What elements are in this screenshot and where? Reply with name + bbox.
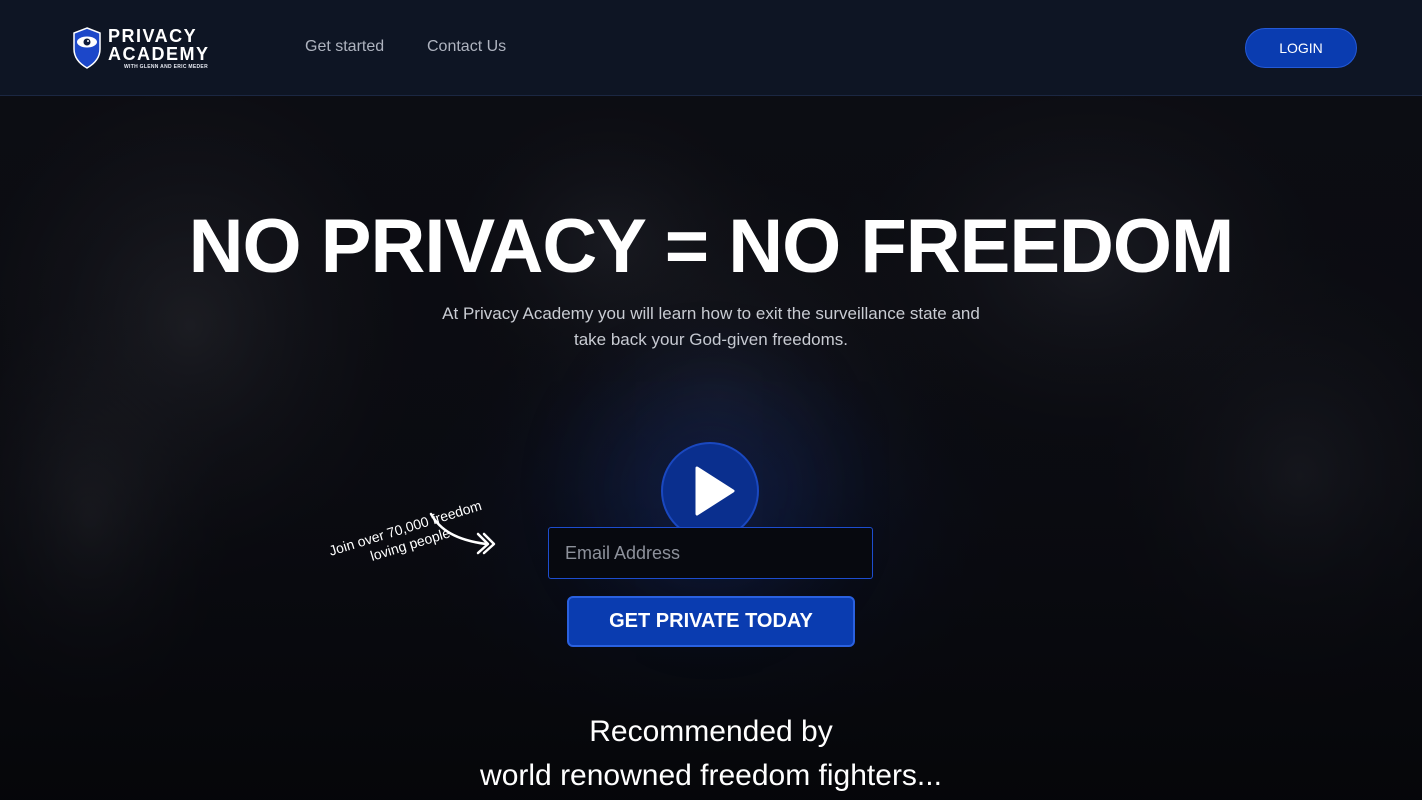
hero-section: NO PRIVACY = NO FREEDOM At Privacy Acade… xyxy=(0,96,1422,800)
recommended-by-heading: Recommended by world renowned freedom fi… xyxy=(0,710,1422,798)
recommended-line-2: world renowned freedom fighters... xyxy=(480,759,942,792)
recommended-line-1: Recommended by xyxy=(589,715,833,748)
privacy-academy-logo[interactable]: PRIVACY ACADEMY WITH GLENN AND ERIC MEDE… xyxy=(72,27,222,71)
play-icon xyxy=(695,466,735,516)
eye-shield-icon xyxy=(73,27,101,69)
hero-subtitle-line-2: take back your God-given freedoms. xyxy=(573,330,849,349)
logo-text-academy: ACADEMY xyxy=(108,44,210,64)
nav-contact-us[interactable]: Contact Us xyxy=(427,38,506,56)
logo-text-privacy: PRIVACY xyxy=(108,26,198,46)
email-address-input[interactable] xyxy=(548,527,873,579)
get-private-today-button[interactable]: GET PRIVATE TODAY xyxy=(567,596,855,647)
login-button[interactable]: LOGIN xyxy=(1245,28,1357,68)
logo-tagline: WITH GLENN AND ERIC MEDER xyxy=(124,64,208,70)
hero-subtitle-line-1: At Privacy Academy you will learn how to… xyxy=(442,304,980,323)
hero-headline: NO PRIVACY = NO FREEDOM xyxy=(188,204,1235,289)
video-play-button[interactable] xyxy=(661,442,759,540)
nav-get-started[interactable]: Get started xyxy=(305,38,384,56)
site-header: PRIVACY ACADEMY WITH GLENN AND ERIC MEDE… xyxy=(0,0,1422,96)
hero-subtitle: At Privacy Academy you will learn how to… xyxy=(411,301,1011,353)
curved-arrow-icon xyxy=(429,512,496,555)
page: PRIVACY ACADEMY WITH GLENN AND ERIC MEDE… xyxy=(0,0,1422,800)
